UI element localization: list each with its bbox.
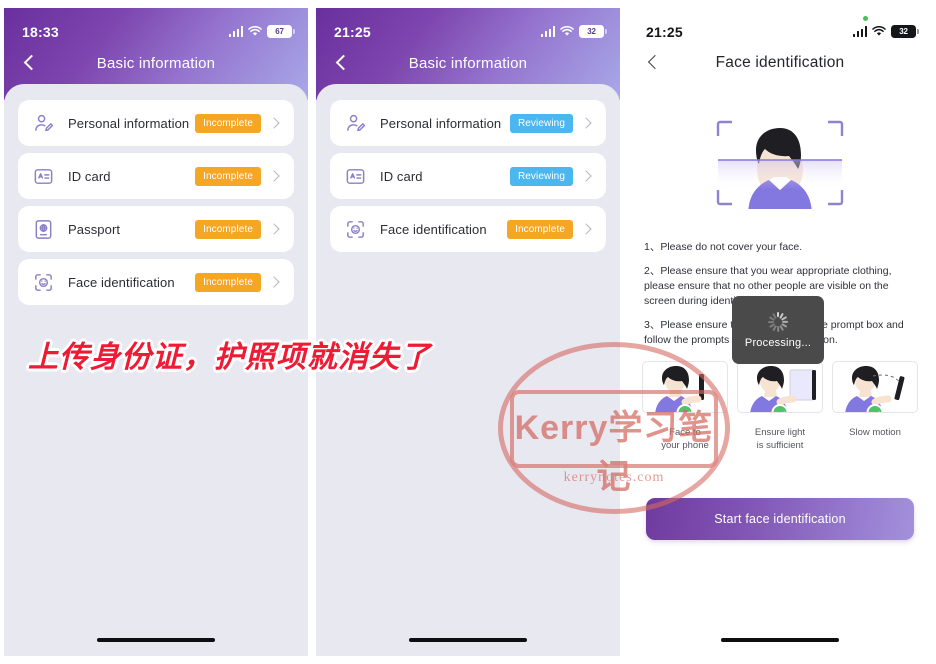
tip-card-slow-motion: Slow motion [832,361,918,452]
panel3-navbar: Face identification [628,42,932,84]
tip-card-ensure-light: Ensure light is sufficient [737,361,823,452]
wifi-icon [248,26,262,37]
back-button[interactable] [332,52,354,74]
face-scan-icon [344,218,367,241]
list-item-label: Passport [68,221,121,237]
panel2-status-bar: 21:25 32 [316,8,620,42]
status-clock: 21:25 [646,23,683,40]
chevron-right-icon [267,221,283,237]
tip-label: Face to your phone [661,427,709,451]
recording-dot-icon [862,16,868,21]
screenshot-canvas: 18:33 67 Basic information Personal info… [0,0,936,664]
tip-label: Ensure light is sufficient [754,427,806,451]
list-item-label: Personal information [68,115,190,131]
instruction-item: 1、Please do not cover your face. [644,241,803,253]
status-badge: Incomplete [195,219,261,239]
loading-spinner-icon [768,311,789,332]
back-button[interactable] [20,52,42,74]
tip-label: Slow motion [849,427,901,439]
person-edit-icon [344,112,367,135]
panel1-status-bar: 18:33 67 [4,8,308,42]
list-item-personal-information[interactable]: Personal information Incomplete [18,100,294,146]
list-item-personal-information[interactable]: Personal information Reviewing [330,100,606,146]
home-indicator [721,637,839,642]
list-item-label: ID card [380,168,423,184]
list-item-id-card[interactable]: ID card Incomplete [18,153,294,199]
battery-level: 32 [587,26,596,36]
list-item-face-identification[interactable]: Face identification Incomplete [18,259,294,305]
annotation-text: 上传身份证，护照项就消失了 [28,341,431,374]
list-item-id-card[interactable]: ID card Reviewing [330,153,606,199]
status-indicators: 32 [540,25,607,38]
chevron-right-icon [579,115,595,131]
page-title: Face identification [715,54,845,71]
start-face-identification-button[interactable]: Start face identification [646,498,914,541]
page-title: Basic information [408,54,528,72]
list-item-passport[interactable]: Passport Incomplete [18,206,294,252]
chevron-right-icon [267,168,283,184]
status-indicators: 32 [852,16,919,38]
status-badge: Reviewing [509,113,573,133]
cellular-signal-icon [228,26,243,37]
processing-toast: Processing... [732,296,824,364]
face-to-phone-illustration [642,361,728,414]
person-edit-icon [32,112,55,135]
status-clock: 21:25 [334,23,371,40]
list-item-label: Face identification [380,221,487,237]
id-card-icon [344,165,367,188]
wifi-icon [560,26,574,37]
status-indicators: 67 [228,25,295,38]
list-item-label: Face identification [68,274,175,290]
cellular-signal-icon [540,26,555,37]
battery-icon: 67 [267,25,295,38]
battery-icon: 32 [891,25,919,38]
status-badge: Incomplete [195,113,261,133]
tip-card-face-to-phone: Face to your phone [642,361,728,452]
home-indicator [409,637,527,642]
tip-card-group: Face to your phone Ensure light is suffi… [642,361,918,452]
status-badge: Incomplete [195,272,261,292]
chevron-right-icon [579,168,595,184]
wifi-icon [872,26,886,37]
battery-level: 67 [275,26,284,36]
good-lighting-illustration [737,361,823,414]
battery-level: 32 [899,26,908,36]
panel2-navbar: Basic information [316,42,620,84]
face-portrait-illustration [710,114,850,222]
passport-icon [32,218,55,241]
status-badge: Reviewing [509,166,573,186]
chevron-right-icon [267,274,283,290]
chevron-right-icon [267,115,283,131]
cellular-signal-icon [852,26,867,37]
back-button[interactable] [644,52,666,74]
slow-motion-illustration [832,361,918,414]
id-card-icon [32,165,55,188]
home-indicator [97,637,215,642]
list-item-face-identification[interactable]: Face identification Incomplete [330,206,606,252]
list-item-label: Personal information [380,115,502,131]
list-item-label: ID card [68,168,111,184]
panel3-status-bar: 21:25 32 [628,8,932,42]
page-title: Basic information [96,54,216,72]
face-scan-icon [32,271,55,294]
battery-icon: 32 [579,25,607,38]
status-clock: 18:33 [22,23,59,40]
toast-text: Processing... [744,336,812,349]
panel1-navbar: Basic information [4,42,308,84]
status-badge: Incomplete [507,219,573,239]
chevron-right-icon [579,221,595,237]
status-badge: Incomplete [195,166,261,186]
panel3-header: 21:25 32 Face identification [628,8,932,94]
